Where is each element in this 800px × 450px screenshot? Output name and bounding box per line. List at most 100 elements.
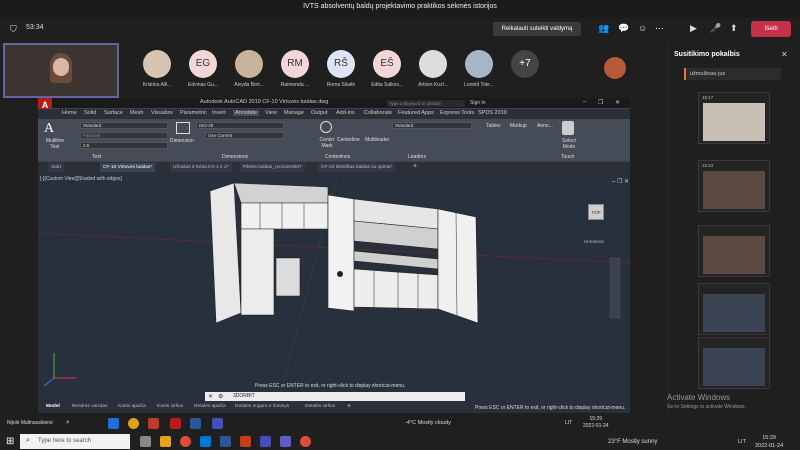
self-video-tile[interactable] <box>3 43 119 98</box>
viewport-window-controls[interactable]: – ❐ ✕ <box>612 178 629 185</box>
tab-solid[interactable]: Solid <box>84 110 96 116</box>
search-icon[interactable]: ⌕ <box>66 419 70 427</box>
pdf-icon[interactable] <box>148 418 159 429</box>
participant-tile[interactable]: Leonid Tokr... <box>459 50 499 88</box>
language-indicator[interactable]: LIT <box>565 420 572 426</box>
wrench-icon[interactable]: ⚙ <box>218 393 223 400</box>
dimension-button[interactable]: Dimension <box>170 138 194 144</box>
tab-manage[interactable]: Manage <box>284 110 304 116</box>
file-tab-start[interactable]: Start <box>48 163 65 172</box>
multiline-text-icon[interactable]: A <box>44 121 54 137</box>
tab-collaborate[interactable]: Collaborate <box>364 110 392 116</box>
tab-output[interactable]: Output <box>311 110 328 116</box>
command-line-input[interactable]: 3DORBIT <box>205 392 465 401</box>
participant-tile[interactable]: Artiom Kozl... <box>413 50 453 88</box>
tables-panel[interactable]: Tables <box>486 123 500 129</box>
leader-style-select[interactable]: Standard <box>392 122 472 129</box>
keyword-search-input[interactable]: Type a keyword or phrase <box>387 100 465 107</box>
share-screen-icon[interactable]: ⬆ <box>730 23 738 34</box>
tab-express-tools[interactable]: Express Tools <box>440 110 474 116</box>
teams-meeting-icon[interactable] <box>280 436 291 447</box>
tab-spds[interactable]: SPDS 2019 <box>478 110 507 116</box>
center-mark-icon[interactable] <box>320 121 332 133</box>
tab-visualize[interactable]: Visualize <box>151 110 173 116</box>
tab-home[interactable]: Home <box>62 110 77 116</box>
dimension-icon[interactable] <box>176 122 190 134</box>
teams-icon[interactable] <box>212 418 223 429</box>
participants-icon[interactable]: 👥 <box>598 23 609 34</box>
chat-icon[interactable]: 💬 <box>618 23 629 34</box>
explorer-icon[interactable] <box>108 418 119 429</box>
file-tab[interactable]: Pilietis baldas_recover0007 <box>240 163 305 172</box>
weather-widget[interactable]: 23°F Mostly sunny <box>608 439 657 445</box>
drawing-viewport[interactable] <box>37 172 631 404</box>
viewcube-face[interactable]: TOP <box>588 204 604 220</box>
weather-widget[interactable]: -4°C Mostly cloudy <box>405 420 451 426</box>
windows-start-icon[interactable]: ⊞ <box>6 436 14 447</box>
select-mode-button[interactable]: Select Mode <box>560 138 578 150</box>
layout-tab-model[interactable]: Model <box>46 404 60 409</box>
participant-tile[interactable]: EG Edvinas Gu... <box>183 50 223 88</box>
chat-image-message[interactable] <box>698 337 770 389</box>
layout-tab[interactable]: Detalės nugara ir šoninys <box>235 404 289 409</box>
maximize-icon[interactable]: ❐ <box>598 99 603 106</box>
text-style-select[interactable]: Standard <box>80 122 168 129</box>
reactions-icon[interactable]: ☺ <box>638 23 647 33</box>
layout-tab[interactable]: Bendras vaizdas <box>72 404 107 409</box>
select-mode-icon[interactable] <box>562 121 574 135</box>
participant-tile[interactable]: RM Raimonda ... <box>275 50 315 88</box>
multiline-text-button[interactable]: Multiline Text <box>41 138 69 150</box>
word-icon[interactable] <box>220 436 231 447</box>
center-mark-button[interactable]: Center Mark <box>316 137 338 149</box>
clock[interactable]: 15:29 2022-01-24 <box>583 416 609 430</box>
chrome-profile-icon[interactable] <box>300 436 311 447</box>
participant-tile[interactable]: RŠ Roma Šilaitė <box>321 50 361 88</box>
text-height-select[interactable]: 2.5 <box>80 142 168 149</box>
edge-icon[interactable] <box>200 436 211 447</box>
new-tab-icon[interactable]: + <box>413 163 417 170</box>
tab-annotate[interactable]: Annotate <box>233 110 260 116</box>
dim-style-select[interactable]: ISO-25 <box>196 122 284 129</box>
close-icon[interactable]: ✕ <box>208 393 213 400</box>
file-tab[interactable]: CF-23 Minkštas baldas su spinta* <box>318 163 396 172</box>
taskbar-search-input[interactable]: Type here to search <box>20 434 130 449</box>
viewport-controls[interactable]: [-][Custom View][Shaded with edges] <box>40 176 122 182</box>
chrome-icon[interactable] <box>128 418 139 429</box>
tab-featured-apps[interactable]: Featured Apps <box>398 110 434 116</box>
viewcube[interactable]: TOP <box>582 200 610 228</box>
tab-parametric[interactable]: Parametric <box>180 110 207 116</box>
request-control-button[interactable]: Reikalauti suteikti valdymą <box>493 22 581 36</box>
close-icon[interactable]: ✕ <box>781 50 788 59</box>
file-tab[interactable]: Užrašas ir Kėsa KS-1 ir 2* <box>170 163 232 172</box>
word-icon[interactable] <box>190 418 201 429</box>
teams-icon[interactable] <box>260 436 271 447</box>
layout-tab[interactable]: Kants apačia <box>118 404 146 409</box>
chrome-icon[interactable] <box>180 436 191 447</box>
more-participants-button[interactable]: +7 <box>505 50 545 78</box>
use-current-select[interactable]: Use Current <box>205 132 284 139</box>
find-text-input[interactable]: Find text <box>80 132 168 139</box>
tab-insert[interactable]: Insert <box>212 110 226 116</box>
layout-tab[interactable]: Detalės apačia <box>194 404 226 409</box>
add-layout-icon[interactable]: + <box>347 403 351 410</box>
layout-tab[interactable]: Detalės viršus <box>305 404 335 409</box>
more-options-icon[interactable]: ⋯ <box>655 23 664 34</box>
chat-image-message[interactable] <box>698 225 770 277</box>
close-icon[interactable]: ✕ <box>615 99 620 106</box>
centerline-button[interactable]: Centerline <box>337 137 360 143</box>
ucs-name[interactable]: Unnamed <box>584 239 604 244</box>
tab-view[interactable]: View <box>265 110 277 116</box>
multileader-button[interactable]: Multileader <box>365 137 389 143</box>
annotation-scaling-panel[interactable]: Anno... <box>537 123 553 129</box>
participant-tile[interactable]: EŠ Edita Šalkov... <box>367 50 407 88</box>
tab-surface[interactable]: Surface <box>104 110 123 116</box>
sign-in-link[interactable]: Sign In <box>470 100 486 106</box>
camera-icon[interactable]: ▶ <box>690 23 697 34</box>
task-view-icon[interactable] <box>140 436 151 447</box>
tab-add-ins[interactable]: Add-ins <box>336 110 355 116</box>
autocad-taskbar-icon[interactable] <box>170 418 181 429</box>
powerpoint-icon[interactable] <box>240 436 251 447</box>
participant-tile[interactable]: Kristina Alil... <box>137 50 177 88</box>
chat-image-message[interactable] <box>698 283 770 335</box>
file-tab-active[interactable]: CF-10 Virtuvės baldas* <box>100 163 156 172</box>
